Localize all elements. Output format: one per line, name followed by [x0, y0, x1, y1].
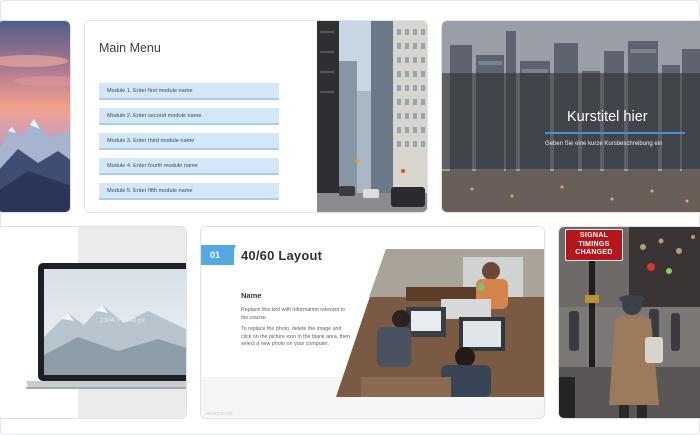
template-card-main-menu[interactable]: Main Menu Module 1. Enter first module n…: [84, 20, 428, 213]
signal-timings-sign: SIGNAL TIMINGS CHANGED: [565, 229, 623, 261]
menu-item-module-4[interactable]: Module 4. Enter fourth module name: [99, 158, 279, 175]
template-card-street[interactable]: SIGNAL TIMINGS CHANGED: [558, 226, 700, 419]
laptop-mockup-image: [26, 263, 186, 389]
layout-heading: Name: [241, 291, 262, 300]
template-gallery: Main Menu Module 1. Enter first module n…: [0, 0, 700, 435]
brand-watermark: ARTICULATE: [205, 411, 233, 416]
template-card-course-title[interactable]: Kurstitel hier Geben Sie eine kurze Kurs…: [441, 20, 700, 213]
sunset-mountain-image: [0, 21, 70, 212]
badge-notch: [228, 245, 236, 265]
menu-title: Main Menu: [99, 41, 161, 55]
image-dimensions-caption: 2304 × 1440 px: [100, 317, 145, 324]
template-card-40-60-layout[interactable]: 01 40/60 Layout Name Replace this text w…: [200, 226, 545, 419]
menu-item-module-2[interactable]: Module 2. Enter second module name: [99, 108, 279, 125]
layout-body-text-1: Replace this text with information relev…: [241, 307, 345, 321]
title-divider: [545, 132, 685, 134]
course-title: Kurstitel hier: [567, 109, 648, 125]
course-subtitle: Geben Sie eine kurze Kursbeschreibung ei…: [545, 141, 663, 147]
layout-title: 40/60 Layout: [241, 248, 323, 263]
street-buildings-image: [317, 21, 427, 212]
template-card-sunset[interactable]: [0, 20, 71, 213]
menu-item-module-3[interactable]: Module 3. Enter third module name: [99, 133, 279, 150]
menu-item-module-5[interactable]: Module 5. Enter fifth module name: [99, 183, 279, 200]
template-card-laptop[interactable]: 2304 × 1440 px: [0, 226, 187, 419]
layout-body-text-2: To replace the photo, delete the image a…: [241, 326, 350, 347]
menu-item-module-1[interactable]: Module 1. Enter first module name: [99, 83, 279, 100]
